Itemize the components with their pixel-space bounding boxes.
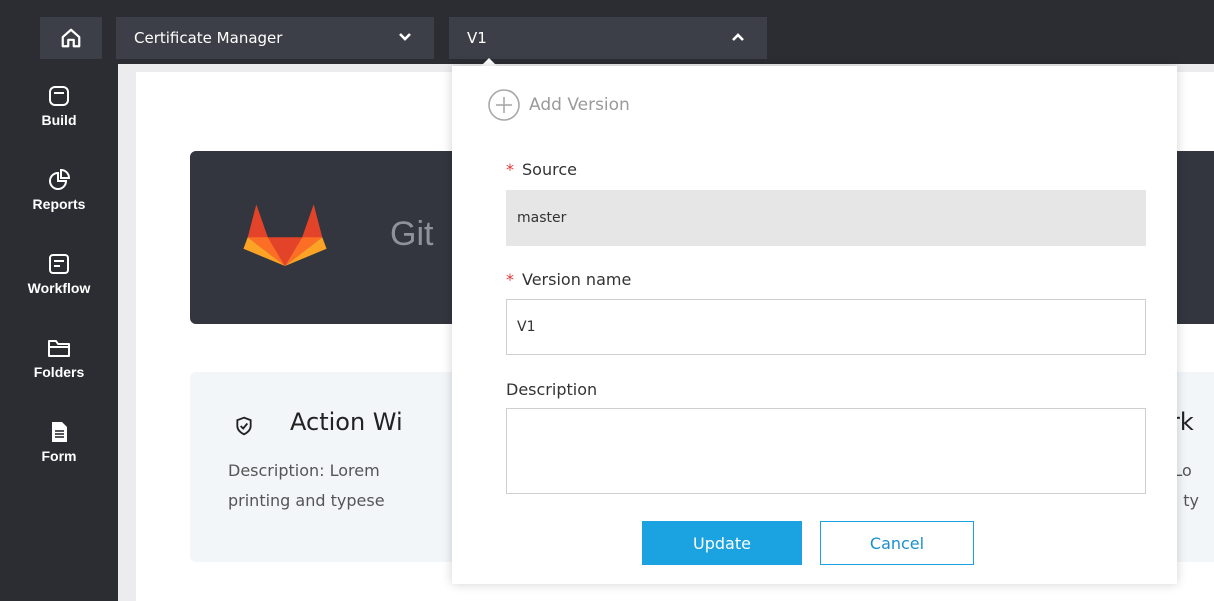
shield-check-icon <box>236 416 252 436</box>
gitlab-logo-icon <box>243 204 327 266</box>
version-name-input[interactable]: V1 <box>506 299 1146 355</box>
version-selector-dropdown[interactable]: V1 <box>449 17 767 59</box>
card-description-line: printing and typese <box>228 491 385 510</box>
sidebar-item-label: Build <box>41 112 77 128</box>
build-icon <box>49 86 69 106</box>
app-selector-value: Certificate Manager <box>134 29 283 47</box>
sidebar-item-build[interactable]: Build <box>0 84 118 128</box>
source-label: * Source <box>506 160 577 179</box>
version-popover: Add Version * Source master * Version name… <box>452 66 1177 584</box>
required-marker: * <box>506 160 514 179</box>
sidebar-item-label: Reports <box>32 196 86 212</box>
sidebar-item-workflow[interactable]: Workflow <box>0 252 118 296</box>
card-description-line: Description: Lorem <box>228 461 380 480</box>
cancel-button[interactable]: Cancel <box>820 521 974 565</box>
home-button[interactable] <box>40 17 102 59</box>
sidebar-item-form[interactable]: Form <box>0 420 118 464</box>
update-button[interactable]: Update <box>642 521 802 565</box>
add-version-label: Add Version <box>529 95 630 115</box>
version-name-value: V1 <box>517 319 536 335</box>
add-version-button[interactable]: Add Version <box>487 88 630 122</box>
card-title: Action Wi <box>290 408 403 436</box>
sidebar-item-reports[interactable]: Reports <box>0 168 118 212</box>
version-name-label: * Version name <box>506 270 631 289</box>
form-icon <box>52 422 67 442</box>
chevron-down-icon <box>399 33 411 41</box>
app-selector-dropdown[interactable]: Certificate Manager <box>116 17 434 59</box>
workflow-icon <box>49 254 69 274</box>
sidebar-item-folders[interactable]: Folders <box>0 336 118 380</box>
source-label-text: Source <box>522 160 577 179</box>
card-description: Description: Lorem printing and typese <box>228 456 385 516</box>
required-marker: * <box>506 270 514 289</box>
folders-icon <box>48 340 70 357</box>
hero-title: Git <box>390 215 434 253</box>
chevron-up-icon <box>732 33 744 41</box>
sidebar: Build Reports Workflow Folders Form <box>0 64 118 601</box>
description-label: Description <box>506 380 598 399</box>
home-icon <box>61 28 81 48</box>
version-selector-value: V1 <box>467 29 487 47</box>
sidebar-item-label: Workflow <box>27 280 91 296</box>
source-value: master <box>517 210 567 226</box>
sidebar-item-label: Form <box>41 448 77 464</box>
version-name-label-text: Version name <box>522 270 632 289</box>
sidebar-item-label: Folders <box>33 364 85 380</box>
description-textarea[interactable] <box>506 408 1146 494</box>
source-field[interactable]: master <box>506 190 1146 246</box>
plus-circle-icon <box>488 89 520 121</box>
reports-icon <box>49 168 71 190</box>
top-bar: Certificate Manager V1 <box>0 0 1214 64</box>
